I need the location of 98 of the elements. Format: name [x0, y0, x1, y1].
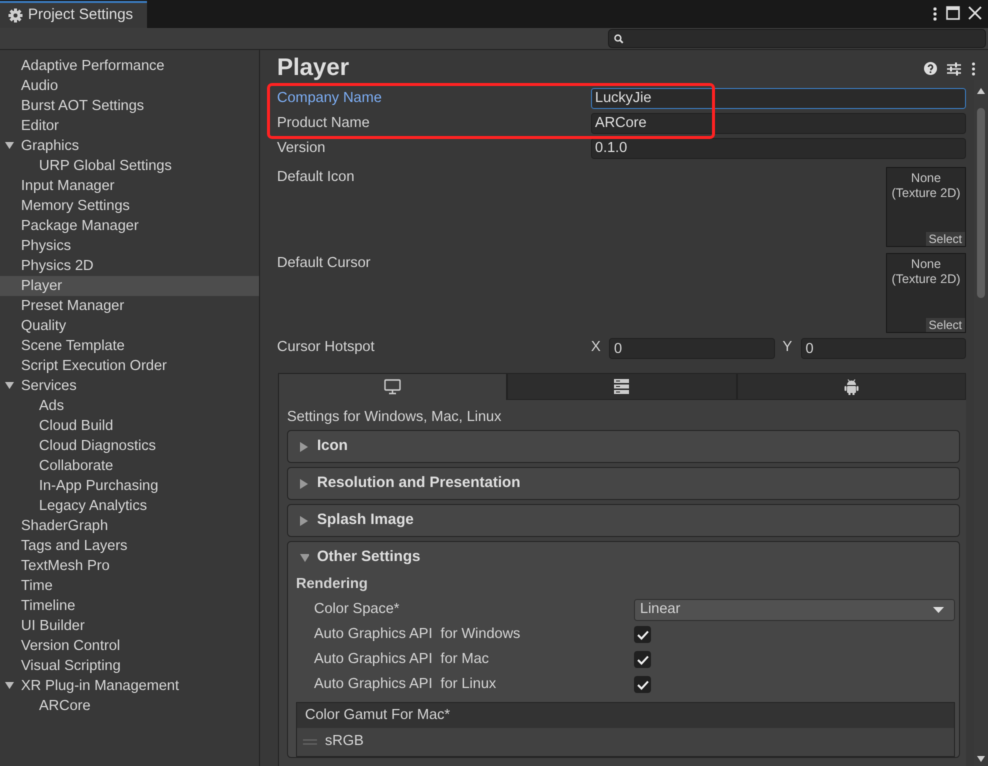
sidebar-item[interactable]: Burst AOT Settings: [0, 96, 259, 116]
sidebar-item[interactable]: In-App Purchasing: [0, 476, 259, 496]
checkbox[interactable]: [634, 676, 651, 693]
check-icon: [636, 630, 648, 640]
section-heading: Rendering: [296, 575, 369, 594]
sidebar-item[interactable]: Legacy Analytics: [0, 496, 259, 516]
gear-icon: [8, 8, 23, 23]
sidebar-item[interactable]: ShaderGraph: [0, 516, 259, 536]
sidebar-item[interactable]: Cloud Diagnostics: [0, 436, 259, 456]
text-field[interactable]: LuckyJie: [591, 88, 966, 109]
panel-title: Player: [277, 53, 350, 83]
platform-tab[interactable]: [507, 373, 737, 400]
sidebar-item[interactable]: Visual Scripting: [0, 656, 259, 676]
help-icon[interactable]: [924, 62, 937, 75]
sidebar-item[interactable]: Time: [0, 576, 259, 596]
field-label: Default Cursor: [277, 254, 372, 273]
number-field[interactable]: 0: [609, 338, 774, 358]
setting-label: Auto Graphics API for Linux: [314, 674, 498, 694]
caret-icon: [933, 606, 944, 612]
checkbox[interactable]: [634, 651, 651, 668]
sidebar-item[interactable]: Cloud Build: [0, 416, 259, 436]
select-button[interactable]: Select: [926, 232, 965, 246]
sidebar-item[interactable]: Timeline: [0, 596, 259, 616]
sidebar-item[interactable]: TextMesh Pro: [0, 556, 259, 576]
sidebar-item[interactable]: Tags and Layers: [0, 536, 259, 556]
sidebar-item[interactable]: XR Plug-in Management: [0, 676, 259, 696]
more-icon[interactable]: [932, 6, 938, 22]
setting-label: Auto Graphics API for Mac: [314, 650, 490, 669]
more-icon[interactable]: [971, 62, 976, 76]
sidebar-item[interactable]: ARCore: [0, 696, 259, 716]
number-field[interactable]: 0: [800, 338, 966, 358]
search-icon: [614, 34, 624, 44]
drag-handle-icon[interactable]: [303, 739, 317, 745]
list-header: Color Gamut For Mac*: [297, 703, 954, 728]
sidebar-item[interactable]: Physics 2D: [0, 256, 259, 276]
scroll-thumb[interactable]: [977, 108, 985, 298]
field-label: Default Icon: [277, 168, 356, 187]
collapsed-arrow-icon: [300, 442, 309, 452]
maximize-icon[interactable]: [946, 6, 960, 20]
scroll-down-icon[interactable]: [977, 756, 985, 762]
sidebar-item[interactable]: Version Control: [0, 636, 259, 656]
expanded-arrow-icon: [300, 552, 309, 562]
sidebar-item[interactable]: Physics: [0, 236, 259, 256]
dropdown[interactable]: Linear: [634, 598, 955, 620]
close-icon[interactable]: [968, 6, 982, 20]
sidebar-item[interactable]: Input Manager: [0, 176, 259, 196]
search-field[interactable]: [608, 29, 986, 48]
sidebar-item[interactable]: Adaptive Performance: [0, 56, 259, 76]
expanded-arrow-icon[interactable]: [5, 682, 14, 691]
sidebar-item[interactable]: Memory Settings: [0, 196, 259, 216]
foldout-header[interactable]: Splash Image: [288, 505, 959, 536]
checkbox[interactable]: [634, 626, 651, 643]
field-label: Cursor Hotspot: [277, 338, 376, 358]
text-field[interactable]: ARCore: [591, 113, 966, 134]
texture-value: None (Texture 2D): [892, 257, 960, 286]
foldout-header[interactable]: Icon: [288, 431, 959, 462]
sidebar-item[interactable]: Scene Template: [0, 336, 259, 356]
sidebar-item[interactable]: URP Global Settings: [0, 156, 259, 176]
texture-value: None (Texture 2D): [892, 171, 960, 200]
monitor-icon: [384, 378, 402, 396]
sidebar-item[interactable]: Editor: [0, 116, 259, 136]
check-icon: [636, 680, 648, 690]
collapsed-arrow-icon: [300, 478, 309, 488]
texture-slot[interactable]: None (Texture 2D) Select: [886, 167, 966, 247]
window-tab[interactable]: Project Settings: [0, 1, 148, 28]
foldout-header[interactable]: Other Settings: [288, 542, 959, 573]
setting-label: Auto Graphics API for Windows: [314, 624, 522, 644]
expanded-arrow-icon[interactable]: [5, 142, 14, 151]
sidebar-item[interactable]: Script Execution Order: [0, 356, 259, 376]
sliders-icon[interactable]: [947, 62, 961, 76]
platform-caption: Settings for Windows, Mac, Linux: [287, 408, 502, 427]
collapsed-arrow-icon: [300, 516, 309, 526]
field-label: Product Name: [277, 114, 371, 133]
sidebar-item[interactable]: Audio: [0, 76, 259, 96]
sidebar-item[interactable]: Services: [0, 376, 259, 396]
sidebar-item[interactable]: Player: [0, 276, 259, 296]
field-label: Company Name: [277, 88, 383, 108]
robot-icon: [842, 378, 860, 395]
sidebar-item[interactable]: Collaborate: [0, 456, 259, 476]
list-item[interactable]: sRGB: [325, 731, 364, 753]
server-icon: [613, 378, 630, 395]
texture-slot[interactable]: None (Texture 2D) Select: [886, 253, 966, 333]
scroll-up-icon[interactable]: [977, 88, 985, 94]
select-button[interactable]: Select: [926, 318, 965, 332]
sidebar-item[interactable]: Quality: [0, 316, 259, 336]
sidebar-item[interactable]: Graphics: [0, 136, 259, 156]
text-field[interactable]: 0.1.0: [591, 138, 966, 159]
axis-label: Y: [782, 338, 794, 358]
sidebar-item[interactable]: UI Builder: [0, 616, 259, 636]
sidebar-item[interactable]: Package Manager: [0, 216, 259, 236]
sidebar-item[interactable]: Preset Manager: [0, 296, 259, 316]
setting-label: Color Space*: [314, 600, 400, 619]
field-label: Version: [277, 138, 326, 158]
check-icon: [636, 654, 648, 664]
foldout-header[interactable]: Resolution and Presentation: [288, 468, 959, 499]
axis-label: X: [591, 338, 602, 358]
sidebar-item[interactable]: Ads: [0, 396, 259, 416]
expanded-arrow-icon[interactable]: [5, 382, 14, 391]
